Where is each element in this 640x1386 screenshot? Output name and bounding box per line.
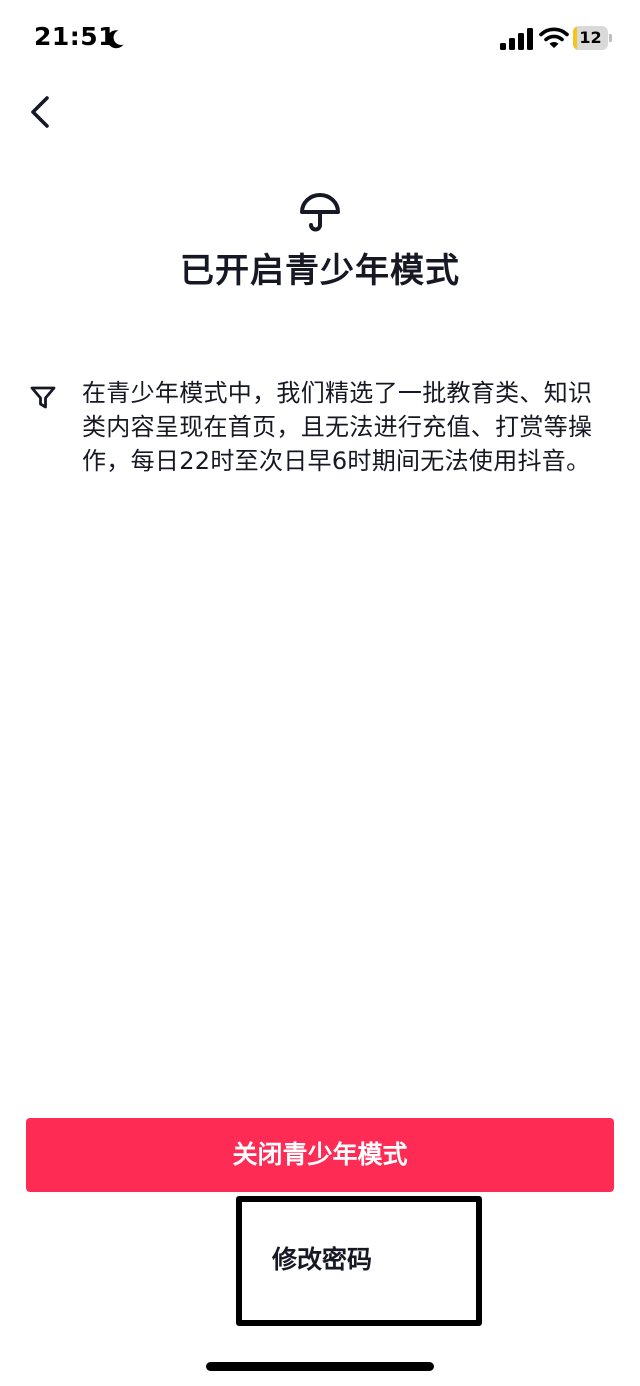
close-teen-mode-button[interactable]: 关闭青少年模式 [26, 1118, 614, 1192]
chevron-left-icon [31, 96, 49, 128]
battery-body: 12 [573, 26, 608, 50]
change-password-label: 修改密码 [272, 1245, 373, 1274]
battery-level: 12 [579, 28, 602, 47]
page-title: 已开启青少年模式 [180, 251, 460, 291]
battery-nub [609, 34, 612, 42]
filter-icon [30, 386, 56, 409]
battery-icon: 12 [573, 26, 613, 50]
teen-mode-screen: 21:51 12 已开启青少年模式 在青少年模式中，我们精选了一批教育类、知识类… [0, 0, 640, 1386]
umbrella-icon [300, 193, 340, 232]
change-password-button[interactable]: 修改密码 [236, 1196, 482, 1326]
wifi-icon [539, 27, 569, 48]
teen-mode-description: 在青少年模式中，我们精选了一批教育类、知识类内容呈现在首页，且无法进行充值、打赏… [82, 379, 593, 475]
home-indicator[interactable] [206, 1362, 434, 1371]
status-bar: 21:51 12 [0, 0, 640, 80]
moon-icon [107, 30, 124, 49]
back-button[interactable] [22, 90, 62, 134]
signal-icon [500, 28, 533, 50]
